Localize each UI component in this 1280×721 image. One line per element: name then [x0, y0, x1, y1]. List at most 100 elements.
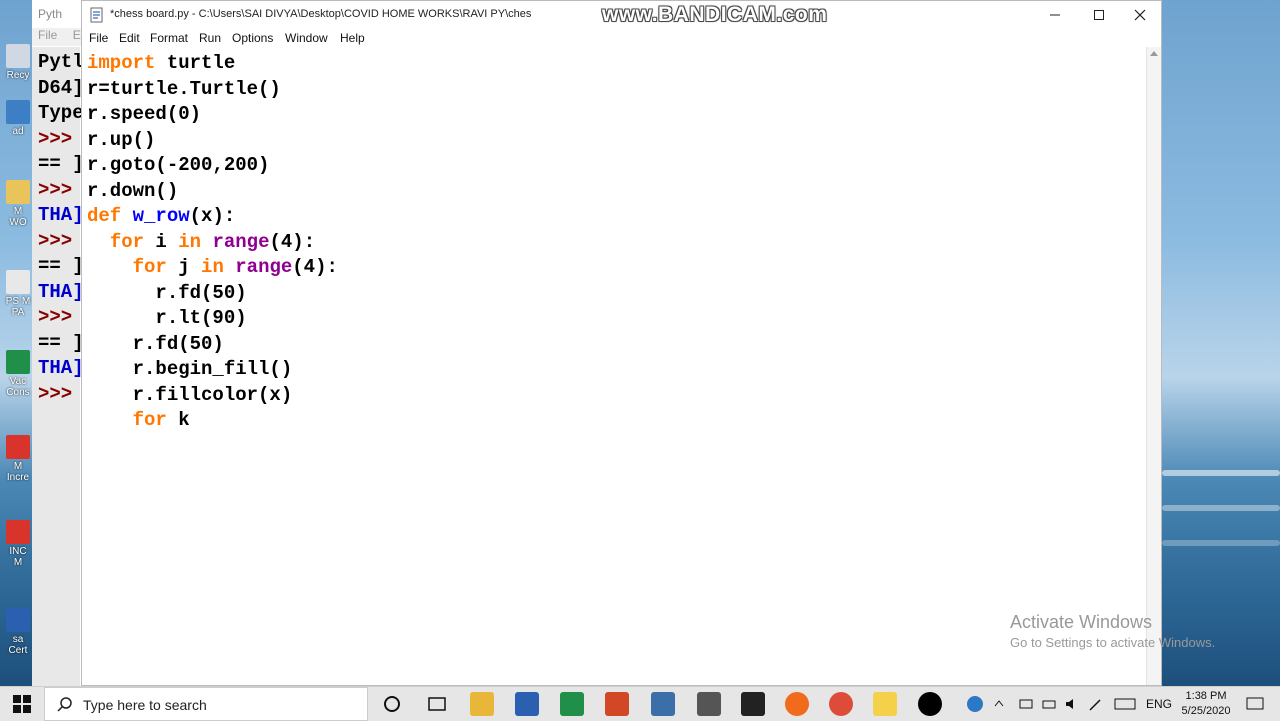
shell-line: THA]	[38, 204, 84, 226]
wallpaper-wave	[1162, 540, 1280, 546]
keyboard-icon[interactable]	[1114, 696, 1136, 712]
wallpaper-wave	[1162, 505, 1280, 511]
search-icon	[57, 697, 72, 712]
chevron-up-icon[interactable]	[994, 699, 1004, 707]
code-line: for i in range(4):	[87, 230, 338, 256]
help-icon[interactable]	[966, 695, 984, 713]
python-editor-icon[interactable]	[873, 692, 897, 716]
code-token: turtle	[155, 52, 236, 74]
code-line: r=turtle.Turtle()	[87, 77, 338, 103]
menu-options[interactable]: Options	[232, 31, 273, 45]
powerpoint-icon[interactable]	[605, 692, 629, 716]
menu-run[interactable]: Run	[199, 31, 221, 45]
menu-edit[interactable]: Edit	[119, 31, 140, 45]
code-token: (4):	[292, 256, 338, 278]
shell-line: >>>	[38, 127, 84, 150]
word-icon	[6, 608, 30, 632]
code-line: r.speed(0)	[87, 102, 338, 128]
desktop-icon-label: M Incre	[6, 461, 30, 483]
code-token: in	[178, 230, 202, 253]
notification-icon[interactable]	[1246, 696, 1264, 712]
desktop-icon-label: M WO	[9, 206, 27, 228]
pdf-icon	[6, 520, 30, 544]
code-token: r.begin_fill()	[87, 358, 293, 380]
desktop-icon-folder[interactable]: M WO	[4, 180, 32, 228]
desktop-icon-label: PS M PA	[5, 296, 31, 318]
code-line: r.up()	[87, 128, 338, 154]
desktop-icon-certificate[interactable]: sa Cert	[4, 608, 32, 656]
code-token: r.down()	[87, 179, 179, 202]
shell-line: >>>	[38, 229, 84, 252]
bandicam-watermark: www.BANDICAM.com	[602, 3, 828, 26]
desktop-icon-label: Vac Cons	[6, 376, 30, 398]
vertical-scrollbar[interactable]	[1146, 47, 1161, 685]
menu-window[interactable]: Window	[285, 31, 328, 45]
file-explorer-icon[interactable]	[470, 692, 494, 716]
minimize-button[interactable]	[1033, 1, 1077, 29]
menu-format[interactable]: Format	[150, 31, 188, 45]
taskbar: Type here to search ENG 1:38 PM 5/25/202…	[0, 686, 1280, 721]
chrome-icon[interactable]	[829, 692, 853, 716]
editor-title: *chess board.py - C:\Users\SAI DIVYA\Des…	[110, 8, 532, 20]
close-icon	[1134, 9, 1146, 21]
shell-output[interactable]: Pytl D64] Type >>> == ] >>> THA] >>> == ] THA]…	[38, 50, 84, 407]
python-file-icon	[90, 7, 103, 23]
shell-line: THA]	[38, 280, 84, 303]
code-token: for	[132, 409, 167, 431]
code-line: r.begin_fill()	[87, 357, 338, 383]
pen-icon[interactable]	[1088, 696, 1104, 712]
notepad-plus-icon[interactable]	[741, 692, 765, 716]
idle-editor-window[interactable]: *chess board.py - C:\Users\SAI DIVYA\Des…	[81, 0, 1162, 686]
battery-icon[interactable]	[1042, 696, 1058, 712]
shell-menu-file[interactable]: File	[38, 28, 57, 42]
code-line: r.goto(-200,200)	[87, 153, 338, 179]
desktop-icon-ad[interactable]: ad	[4, 100, 32, 137]
code-editor[interactable]: import turtle r=turtle.Turtle() r.speed(0)…	[87, 51, 338, 434]
image-viewer-icon[interactable]	[697, 692, 721, 716]
code-token: r.goto(-200,200)	[87, 154, 270, 176]
shell-line: THA]	[38, 357, 84, 379]
code-token: import	[87, 52, 156, 74]
bandicam-record-icon[interactable]	[918, 692, 942, 716]
desktop-icon-label: ad	[12, 126, 24, 137]
desktop-icon-increment[interactable]: M Incre	[4, 435, 32, 483]
word-icon[interactable]	[515, 692, 539, 716]
cortana-icon[interactable]	[380, 692, 404, 716]
firefox-icon[interactable]	[785, 692, 809, 716]
code-line: r.lt(90)	[87, 306, 338, 332]
desktop-icon-inc[interactable]: INC M	[4, 520, 32, 568]
taskbar-search-box[interactable]: Type here to search	[44, 687, 368, 721]
clock-time: 1:38 PM	[1185, 690, 1227, 702]
code-token: r.fd(50)	[87, 332, 224, 355]
desktop-icon-ps[interactable]: PS M PA	[4, 270, 32, 318]
editor-titlebar[interactable]: *chess board.py - C:\Users\SAI DIVYA\Des…	[82, 1, 1161, 29]
excel-icon[interactable]	[560, 692, 584, 716]
minimize-icon	[1050, 14, 1060, 16]
language-indicator[interactable]: ENG	[1146, 697, 1172, 711]
desktop-icon-recycle-bin[interactable]: Recy	[4, 44, 32, 81]
code-token: range	[212, 230, 270, 253]
task-view-icon[interactable]	[425, 692, 449, 716]
shell-line: D64]	[38, 76, 84, 99]
menu-help[interactable]: Help	[340, 31, 365, 45]
code-token: for	[109, 230, 145, 253]
code-line: r.fd(50)	[87, 281, 338, 307]
code-token: r.speed(0)	[87, 103, 202, 125]
menu-file[interactable]: File	[89, 31, 108, 45]
taskbar-clock[interactable]: 1:38 PM 5/25/2020	[1176, 689, 1236, 719]
pdf-icon	[6, 435, 30, 459]
maximize-button[interactable]	[1077, 1, 1121, 29]
shell-line: Type	[38, 102, 84, 124]
app-icon	[6, 100, 30, 124]
code-token: j	[166, 256, 202, 278]
scroll-up-arrow-icon[interactable]	[1150, 51, 1158, 56]
shell-line: >>>	[38, 382, 84, 405]
volume-icon[interactable]	[1064, 696, 1080, 712]
start-button[interactable]	[0, 687, 44, 721]
python-idle-icon[interactable]	[651, 692, 675, 716]
network-icon[interactable]	[1018, 696, 1034, 712]
excel-icon	[6, 350, 30, 374]
desktop-icon-vacancy[interactable]: Vac Cons	[4, 350, 32, 398]
search-placeholder: Type here to search	[83, 697, 207, 713]
close-button[interactable]	[1118, 1, 1162, 29]
